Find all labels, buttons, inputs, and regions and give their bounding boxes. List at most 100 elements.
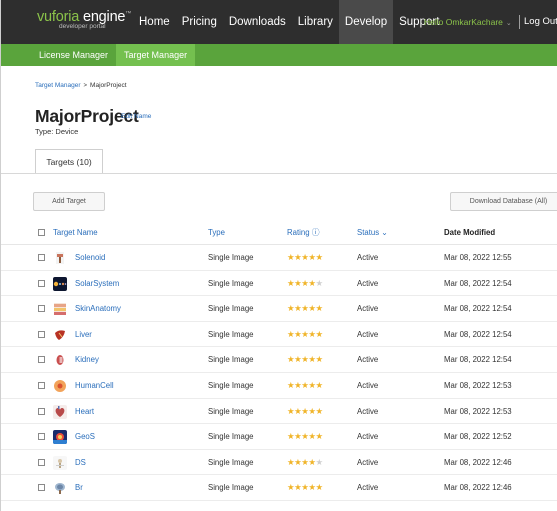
target-date-modified: Mar 08, 2022 12:54: [444, 304, 512, 314]
target-date-modified: Mar 08, 2022 12:54: [444, 355, 512, 365]
vuforia-logo[interactable]: vuforia engine™ developer portal: [37, 6, 147, 38]
target-type: Single Image: [208, 278, 254, 288]
target-status: Active: [357, 278, 379, 288]
table-row[interactable]: Solenoid Single Image ★★★★★ Active Mar 08, 2…: [1, 245, 557, 271]
add-target-button[interactable]: Add Target: [33, 192, 105, 211]
header-type[interactable]: Type: [208, 221, 225, 245]
page-frame: vuforia engine™ developer portal Home Pr…: [0, 0, 557, 511]
target-name-link[interactable]: GeoS: [75, 424, 95, 450]
star-filled-icon: ★: [308, 277, 316, 288]
logo-subtitle: developer portal: [59, 23, 106, 30]
tab-divider: [1, 173, 557, 174]
user-menu[interactable]: Hello OmkarKachare ⌄: [424, 0, 512, 44]
target-type: Single Image: [208, 304, 254, 314]
target-status: Active: [357, 381, 379, 390]
target-thumbnail-image: [53, 328, 67, 342]
star-filled-icon: ★: [308, 303, 316, 314]
target-name-link[interactable]: HumanCell: [75, 373, 114, 399]
target-name-link[interactable]: Liver: [75, 322, 92, 348]
target-name-link[interactable]: Solenoid: [75, 245, 105, 271]
breadcrumb-current: MajorProject: [90, 82, 127, 89]
table-row[interactable]: DS Single Image ★★★★★ Active Mar 08, 2022 12…: [1, 450, 557, 476]
target-thumbnail-image: [53, 251, 67, 265]
target-rating: ★★★★★: [287, 424, 323, 450]
target-rating: ★★★★★: [287, 475, 323, 501]
tab-targets[interactable]: Targets (10): [35, 149, 103, 174]
subnav-target-manager[interactable]: Target Manager: [116, 44, 196, 66]
row-checkbox[interactable]: [38, 254, 45, 261]
target-name-link[interactable]: SolarSystem: [75, 271, 119, 297]
breadcrumb: Target Manager > MajorProject: [35, 82, 127, 89]
select-all-checkbox[interactable]: [38, 229, 45, 236]
subnav-license-manager[interactable]: License Manager: [31, 44, 116, 66]
breadcrumb-separator: >: [83, 83, 88, 89]
target-type: Single Image: [208, 406, 254, 416]
nav-library[interactable]: Library: [292, 0, 339, 44]
edit-name-link[interactable]: Edit Name: [121, 113, 151, 120]
star-filled-icon: ★: [315, 354, 324, 365]
table-row[interactable]: SkinAnatomy Single Image ★★★★★ Active Mar 08…: [1, 296, 557, 322]
table-row[interactable]: Heart Single Image ★★★★★ Active Mar 08, 2022…: [1, 399, 557, 425]
table-row[interactable]: Br Single Image ★★★★★ Active Mar 08, 2022 12…: [1, 475, 557, 501]
nav-downloads[interactable]: Downloads: [223, 0, 292, 44]
target-date-modified: Mar 08, 2022 12:46: [444, 483, 512, 493]
row-checkbox[interactable]: [38, 305, 45, 313]
table-row[interactable]: Liver Single Image ★★★★★ Active Mar 08, 2022…: [1, 322, 557, 348]
header-divider: [519, 15, 520, 29]
header-target-name[interactable]: Target Name: [53, 221, 98, 245]
target-rating: ★★★★★: [287, 271, 323, 297]
star-empty-icon: ★: [315, 456, 324, 467]
star-filled-icon: ★: [315, 328, 324, 339]
target-rating: ★★★★★: [287, 245, 323, 271]
row-checkbox[interactable]: [38, 279, 45, 287]
target-status: Active: [357, 406, 379, 416]
target-status: Active: [357, 329, 379, 339]
row-checkbox[interactable]: [38, 433, 45, 441]
target-name-link[interactable]: Kidney: [75, 347, 99, 373]
header-status[interactable]: Status ⌄: [357, 221, 388, 245]
logout-link[interactable]: Log Out: [524, 0, 557, 44]
breadcrumb-target-manager[interactable]: Target Manager: [35, 82, 81, 89]
star-filled-icon: ★: [315, 303, 324, 314]
nav-home[interactable]: Home: [133, 0, 176, 44]
row-checkbox[interactable]: [38, 330, 45, 338]
target-name-link[interactable]: Heart: [75, 399, 94, 425]
target-date-modified: Mar 08, 2022 12:54: [444, 329, 512, 339]
nav-develop[interactable]: Develop: [338, 0, 394, 44]
target-name-link[interactable]: SkinAnatomy: [75, 296, 121, 322]
user-greeting: Hello OmkarKachare: [424, 17, 503, 27]
header-rating[interactable]: Rating ⓘ: [287, 221, 320, 245]
target-thumbnail-image: [53, 430, 67, 445]
target-date-modified: Mar 08, 2022 12:55: [444, 253, 512, 262]
target-name-link[interactable]: Br: [75, 475, 83, 501]
row-checkbox[interactable]: [38, 407, 45, 415]
chevron-down-icon: ⌄: [505, 20, 512, 27]
top-nav-bar: vuforia engine™ developer portal Home Pr…: [1, 0, 557, 44]
main-nav: Home Pricing Downloads Library Develop S…: [133, 0, 445, 44]
target-status: Active: [357, 457, 379, 467]
target-type: Single Image: [208, 329, 254, 339]
table-row[interactable]: GeoS Single Image ★★★★★ Active Mar 08, 2022 …: [1, 424, 557, 450]
star-filled-icon: ★: [308, 431, 316, 442]
target-name-link[interactable]: DS: [75, 450, 86, 476]
table-header: Target Name Type Rating ⓘ Status ⌄ Date …: [1, 221, 557, 245]
target-rating: ★★★★★: [287, 347, 323, 373]
download-database-button[interactable]: Download Database (All): [450, 192, 557, 211]
nav-pricing[interactable]: Pricing: [176, 0, 223, 44]
target-date-modified: Mar 08, 2022 12:53: [444, 406, 512, 416]
header-date-modified[interactable]: Date Modified: [444, 221, 495, 245]
row-checkbox[interactable]: [38, 484, 45, 492]
target-type: Single Image: [208, 253, 254, 262]
table-row[interactable]: Kidney Single Image ★★★★★ Active Mar 08, 202…: [1, 347, 557, 373]
table-row[interactable]: HumanCell Single Image ★★★★★ Active Mar 08, …: [1, 373, 557, 399]
target-rating: ★★★★★: [287, 450, 323, 476]
row-checkbox[interactable]: [38, 382, 45, 389]
target-rating: ★★★★★: [287, 322, 323, 348]
table-row[interactable]: SolarSystem Single Image ★★★★★ Active Mar 08…: [1, 271, 557, 297]
star-filled-icon: ★: [308, 482, 316, 493]
logo-trademark: ™: [125, 11, 132, 17]
row-checkbox[interactable]: [38, 458, 45, 466]
row-checkbox[interactable]: [38, 356, 45, 364]
target-date-modified: Mar 08, 2022 12:46: [444, 457, 512, 467]
target-date-modified: Mar 08, 2022 12:54: [444, 278, 512, 288]
